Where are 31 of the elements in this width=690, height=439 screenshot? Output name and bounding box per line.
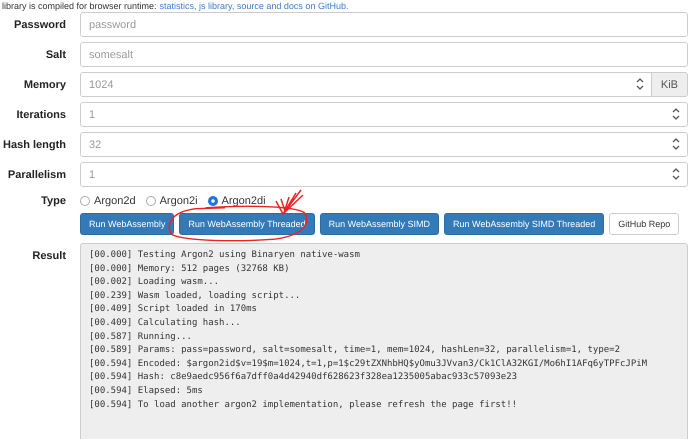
field-label: Hash length <box>2 138 66 150</box>
input-field[interactable]: 1 <box>80 162 688 187</box>
field-label: Password <box>13 18 66 30</box>
field-label: Iterations <box>15 108 66 120</box>
check-mark-drawing <box>274 189 304 215</box>
intro-text: library is compiled for browser runtime: <box>2 1 157 11</box>
input-field[interactable]: password <box>80 12 688 37</box>
radio-option[interactable]: Argon2d <box>80 195 136 207</box>
radio-option[interactable]: Argon2i <box>146 195 198 207</box>
spinner-icon[interactable] <box>636 77 644 91</box>
spinner-icon[interactable] <box>672 137 680 151</box>
field-label: Result <box>31 250 66 262</box>
unit-addon: KiB <box>652 72 688 97</box>
action-button[interactable]: Run WebAssembly <box>80 213 174 235</box>
action-button[interactable]: Run WebAssembly Threaded <box>179 213 315 235</box>
input-field[interactable]: 32 <box>80 132 688 157</box>
field-label: Type <box>40 195 66 207</box>
input-field[interactable]: 1 <box>80 102 688 127</box>
spinner-icon[interactable] <box>672 107 680 121</box>
action-button[interactable]: Run WebAssembly SIMD Threaded <box>444 213 604 235</box>
field-label: Memory <box>22 78 66 90</box>
action-button[interactable]: Run WebAssembly SIMD <box>320 213 439 235</box>
radio-option[interactable]: Argon2di <box>208 195 266 207</box>
field-label: Parallelism <box>6 168 66 180</box>
field-label: Salt <box>44 48 66 60</box>
input-field[interactable]: somesalt <box>80 42 688 67</box>
action-button[interactable]: GitHub Repo <box>609 213 680 235</box>
result-output: [00.000] Testing Argon2 using Binaryen native-wasm [00.000] Memory: 512 pages (32768 KB) [00.002] Loading wasm... [00.239] Wasm loaded, loading script... [00.409] Script loaded in 170ms [00.409] Calculating hash... [00.587] Running... [00.589] Params: pass=password, salt=somesalt, time=1, mem=1024, hashLen=32, parallelism=1, type=2 [00.594] Encoded: $argon2id$v=19$m=1024,t=1,p=1$c29tZXNhbHQ$yOmu3JVvan3/Ck1ClA32KGI/Mo6hI1AFq6yTPFcJPiM [00.594] Hash: c8e9aedc956f6a7dff0a4d42940df628623f328ea1235005abac933c57093e23 [00.594] Elapsed: 5ms [00.594] To load another argon2 implementation, please refresh the page first!! <box>80 243 688 439</box>
github-link[interactable]: statistics, js library, source and docs on GitHub. <box>160 1 348 11</box>
spinner-icon[interactable] <box>672 167 680 181</box>
input-field[interactable]: 1024 <box>80 72 652 97</box>
